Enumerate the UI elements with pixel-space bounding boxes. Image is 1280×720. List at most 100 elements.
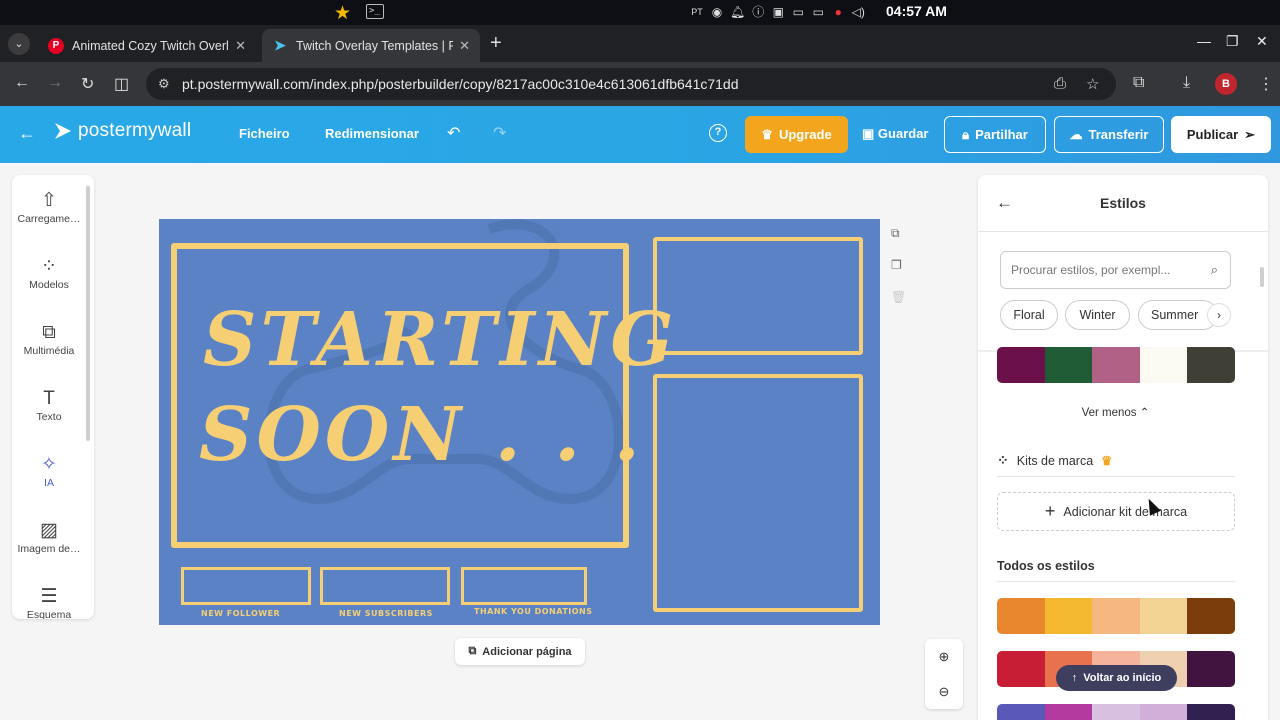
donations-box[interactable] [461,567,587,605]
download-button[interactable]: ☁ Transferir [1054,116,1164,153]
divider [997,476,1235,477]
pinterest-icon: P [48,37,64,54]
chip-floral[interactable]: Floral [1000,300,1058,330]
close-tab-icon[interactable]: ✕ [235,38,246,54]
style-palette[interactable] [997,347,1235,383]
swatch [1092,347,1140,383]
upgrade-button[interactable]: ♛ Upgrade [745,116,848,153]
reload-icon[interactable]: ↻ [81,74,94,94]
add-page-button[interactable]: ⧉ Adicionar página [455,638,585,665]
clipboard-icon[interactable]: ▣ [771,5,785,19]
chat-icon[interactable]: ▭ [791,5,805,19]
volume-icon[interactable]: ◁) [851,5,865,19]
profile-avatar[interactable]: B [1215,73,1237,95]
close-window-icon[interactable]: ✕ [1256,33,1268,50]
subscribers-box[interactable] [320,567,450,605]
postermywall-favicon-icon: ➤ [274,37,286,53]
maximize-icon[interactable]: ❐ [1226,33,1239,50]
file-menu[interactable]: Ficheiro [239,126,290,141]
tool-layout[interactable]: ☰ Esquema [12,585,86,619]
redo-icon[interactable]: ↷ [493,123,506,143]
star-icon[interactable]: ★ [334,2,351,25]
close-tab-icon[interactable]: ✕ [459,38,470,54]
language-indicator[interactable]: PT [690,7,704,17]
tool-media[interactable]: ⧉ Multimédia [12,321,86,357]
send-icon: ➢ [1244,126,1256,142]
swatch [1187,598,1235,634]
browser-tab-pinterest[interactable]: P Animated Cozy Twitch Overl ✕ [38,29,256,62]
label-new-follower[interactable]: NEW FOLLOWER [201,609,280,618]
search-icon[interactable]: ⌕ [1211,262,1218,278]
postermywall-logo[interactable]: postermywall [52,120,191,142]
share-button[interactable]: 🔒︎ Partilhar [944,116,1046,153]
title-starting[interactable]: STARTING [203,297,678,383]
swatch [997,347,1045,383]
chip-winter[interactable]: Winter [1065,300,1130,330]
tool-ai[interactable]: ✧ IA [12,453,86,489]
terminal-icon[interactable]: >_ [366,4,384,19]
help-icon[interactable]: ? [709,124,727,142]
site-info-icon[interactable]: ⚙︎ [158,76,170,92]
panel-title: Estilos [1100,195,1146,211]
chevron-right-icon[interactable]: › [1207,303,1231,327]
undo-icon[interactable]: ↶ [447,123,460,143]
info-icon[interactable]: ⓘ [751,3,765,20]
tool-background[interactable]: ▨ Imagem de… [12,519,86,555]
page-settings-icon[interactable]: ⧉ [891,226,900,241]
label-thank-you-donations[interactable]: THANK YOU DONATIONS [474,607,593,616]
duplicate-page-icon[interactable]: ❐ [891,258,902,272]
add-brand-kit-button[interactable]: + Adicionar kit de marca [997,492,1235,531]
resize-menu[interactable]: Redimensionar [325,126,419,141]
bell-icon[interactable]: 🔔︎ [730,5,745,19]
address-bar[interactable]: ⚙︎ pt.postermywall.com/index.php/posterb… [146,68,1116,100]
title-soon[interactable]: SOON . . . [199,392,644,478]
tools-sidebar: ⇧ Carregame… ⁘ Modelos ⧉ Multimédia T Te… [12,175,94,619]
plus-icon: + [1044,501,1056,521]
split-view-icon[interactable]: ◫ [114,74,129,94]
install-app-icon[interactable]: ⎙ [1054,75,1066,92]
tool-text[interactable]: T Texto [12,387,86,423]
save-button[interactable]: ▣ Guardar [862,126,929,142]
zoom-out-icon[interactable]: ⊖ [925,674,963,709]
publish-label: Publicar [1186,127,1239,142]
templates-icon: ⁘ [41,256,57,277]
download-icon[interactable]: ⤓ [1183,74,1190,92]
bookmark-star-icon[interactable]: ☆ [1086,75,1099,93]
minimize-icon[interactable]: — [1197,33,1211,49]
swatch [1187,651,1235,687]
back-arrow-icon[interactable]: ← [14,74,30,92]
logo-mark-icon [55,123,71,139]
panel-scrollbar[interactable] [1260,267,1264,287]
clock[interactable]: 04:57 AM [886,3,947,19]
extensions-icon[interactable]: ⧉ [1133,74,1144,92]
swatch [997,651,1045,687]
back-arrow-icon[interactable]: ← [18,123,36,144]
battery-icon[interactable]: ▭ [811,5,825,19]
microphone-icon[interactable]: ● [831,5,845,19]
chip-summer[interactable]: Summer [1138,300,1218,330]
tool-upload[interactable]: ⇧ Carregame… [12,189,86,225]
see-less-link[interactable]: Ver menos ⌃ [978,405,1253,419]
style-palette[interactable] [997,704,1235,720]
zoom-in-icon[interactable]: ⊕ [925,639,963,674]
styles-search-input[interactable]: Procurar estilos, por exempl... ⌕ [1000,251,1231,289]
browser-tab-postermywall[interactable]: ➤ Twitch Overlay Templates | P ✕ [262,29,480,62]
publish-button[interactable]: Publicar ➢ [1171,116,1271,153]
new-tab-plus-icon[interactable]: + [490,33,502,53]
tool-templates[interactable]: ⁘ Modelos [12,255,86,291]
design-canvas[interactable]: STARTING SOON . . . NEW FOLLOWER NEW SUB… [159,219,880,625]
back-to-top-button[interactable]: ↑ Voltar ao início [1056,665,1177,691]
style-palette[interactable] [997,598,1235,634]
tool-label: Texto [36,411,62,423]
webcam-frame-top[interactable] [653,237,863,355]
swatch [997,704,1045,720]
forward-arrow-icon[interactable]: → [47,74,63,92]
tools-scrollbar[interactable] [86,186,90,441]
record-icon[interactable]: ◉ [710,5,724,19]
webcam-frame-bottom[interactable] [653,374,863,612]
more-menu-icon[interactable]: ⋮ [1258,74,1274,94]
tab-list-chevron-icon[interactable]: ⌄ [8,33,30,55]
label-new-subscribers[interactable]: NEW SUBSCRIBERS [339,609,433,618]
delete-page-icon[interactable]: 🗑︎ [891,290,906,304]
follower-box[interactable] [181,567,311,605]
